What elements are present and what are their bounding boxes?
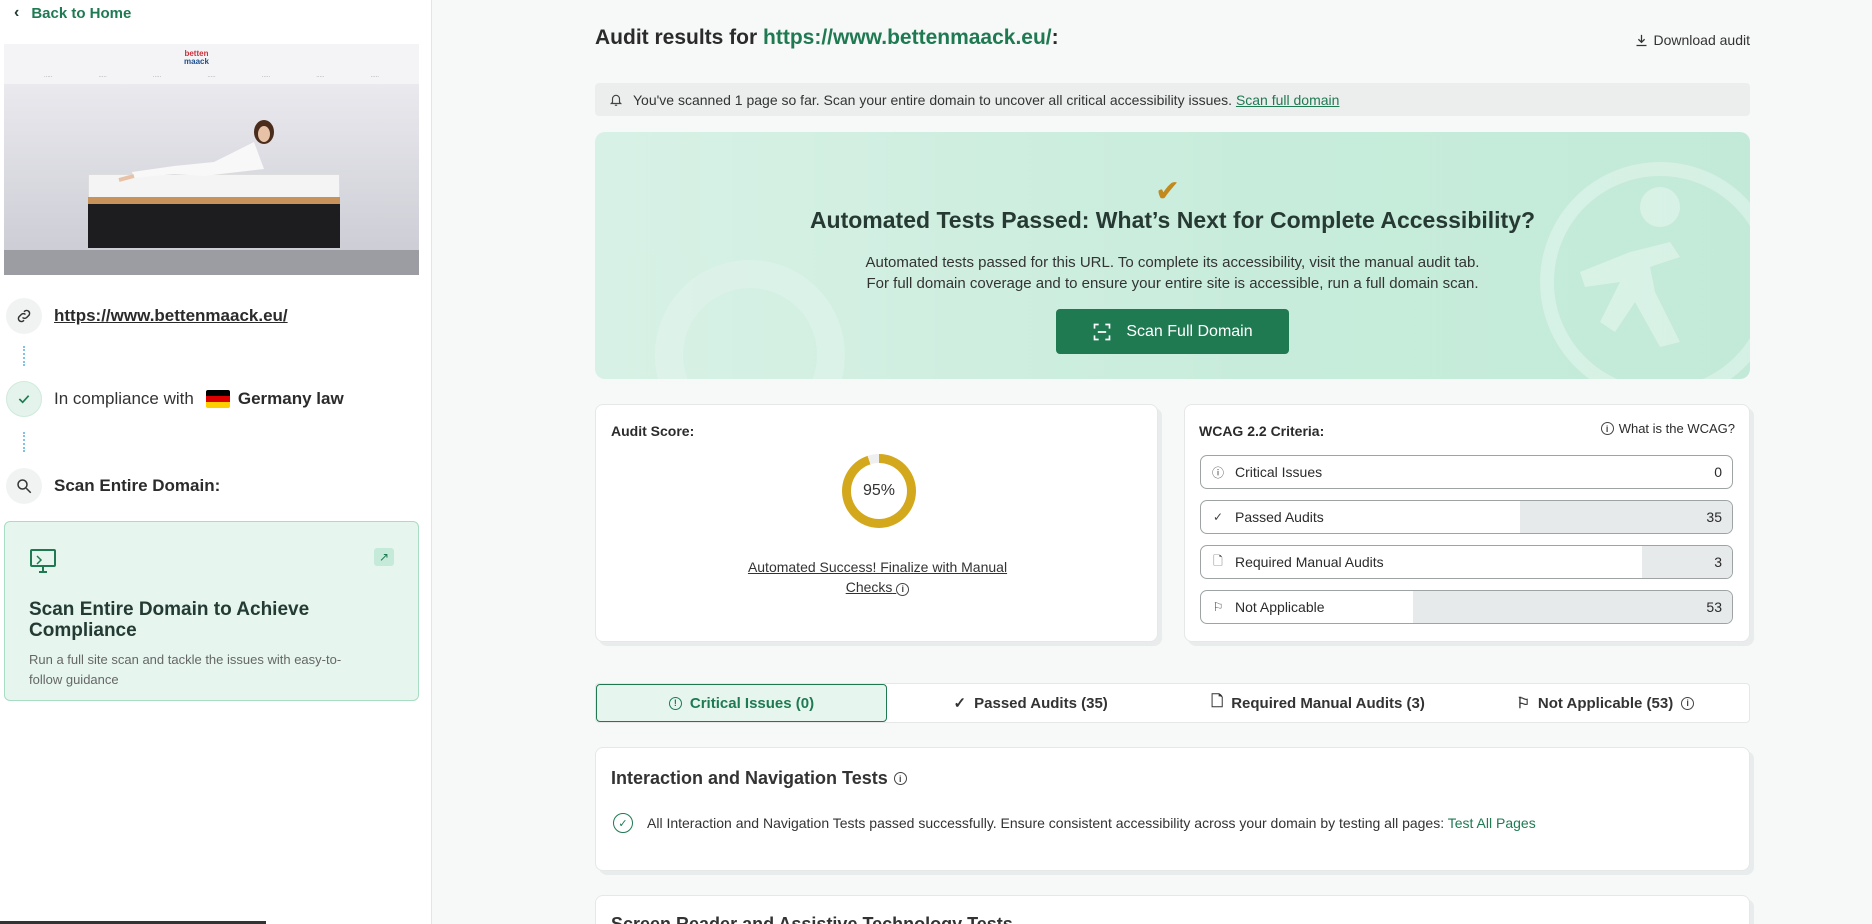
document-icon: 🗋 [1213, 553, 1223, 568]
check-circle-icon: ✓ [613, 813, 633, 833]
tab-required-manual-audits[interactable]: 🗋 Required Manual Audits (3) [1174, 684, 1461, 722]
section-message: ✓ All Interaction and Navigation Tests p… [613, 813, 1536, 833]
download-audit-button[interactable]: Download audit [1634, 32, 1750, 48]
success-hero: ✔ Automated Tests Passed: What’s Next fo… [595, 132, 1750, 379]
info-icon[interactable]: i [896, 582, 910, 596]
manual-checks-link[interactable]: Automated Success! Finalize with Manual … [726, 557, 1029, 597]
section-title: Screen Reader and Assistive Technology T… [611, 914, 1013, 924]
sidebar: ‹ Back to Home betten maack ····· ····· ···… [0, 0, 432, 924]
criteria-count: 35 [1706, 509, 1722, 525]
criteria-count: 53 [1706, 599, 1722, 615]
title-suffix: : [1051, 26, 1059, 49]
link-icon [6, 298, 42, 334]
search-icon [6, 468, 42, 504]
interaction-tests-section: Interaction and Navigation Tests i ✓ All… [595, 747, 1750, 871]
tab-label: Required Manual Audits (3) [1231, 694, 1425, 712]
compliance-prefix: In compliance with [54, 389, 194, 408]
scan-full-domain-button[interactable]: Scan Full Domain [1056, 309, 1289, 354]
scan-card-description: Run a full site scan and tackle the issu… [29, 652, 342, 687]
audited-url[interactable]: https://www.bettenmaack.eu/ [763, 26, 1052, 49]
hero-line-2: For full domain coverage and to ensure y… [866, 275, 1479, 292]
criteria-label: Not Applicable [1235, 599, 1325, 615]
check-icon: ✓ [953, 695, 967, 712]
score-value: 95% [851, 463, 907, 519]
check-icon: ✓ [1212, 510, 1224, 524]
scan-card-title: Scan Entire Domain to Achieve Compliance [29, 599, 310, 641]
alert-circle-icon: ! [668, 696, 682, 710]
tab-passed-audits[interactable]: ✓ Passed Audits (35) [887, 684, 1174, 722]
criteria-label: Critical Issues [1235, 464, 1323, 480]
check-icon [6, 381, 42, 417]
criteria-row-manual[interactable]: 🗋 Required Manual Audits 3 [1200, 545, 1733, 579]
back-to-home-link[interactable]: ‹ Back to Home [14, 4, 131, 22]
site-screenshot: betten maack ····· ····· ····· ····· ····· ···… [4, 44, 419, 275]
interaction-title: Interaction and Navigation Tests [611, 768, 888, 788]
bell-icon [609, 94, 623, 106]
criteria-row-passed[interactable]: ✓ Passed Audits 35 [1200, 500, 1733, 534]
arrow-up-right-icon[interactable]: ↗ [374, 548, 394, 566]
audit-score-card: Audit Score: 95% Automated Success! Fina… [595, 404, 1158, 642]
wcag-label: WCAG 2.2 Criteria: [1199, 423, 1325, 439]
download-label: Download audit [1653, 32, 1750, 48]
info-icon: i [1600, 422, 1614, 435]
criteria-count: 0 [1714, 464, 1722, 480]
hero-line-1: Automated tests passed for this URL. To … [865, 254, 1480, 271]
scan-icon [1094, 323, 1111, 340]
tab-label: Critical Issues (0) [689, 694, 815, 712]
germany-flag-icon [205, 390, 230, 408]
checkmark-icon: ✔ [1155, 175, 1181, 208]
criteria-row-critical[interactable]: ⓘ Critical Issues 0 [1200, 455, 1733, 489]
tab-critical-issues[interactable]: ! Critical Issues (0) [596, 684, 887, 722]
scan-notice-banner: You've scanned 1 page so far. Scan your … [595, 83, 1750, 116]
tab-label: Passed Audits (35) [974, 694, 1108, 712]
site-url-link[interactable]: https://www.bettenmaack.eu/ [54, 306, 288, 326]
criteria-label: Passed Audits [1235, 509, 1324, 525]
back-label: Back to Home [31, 4, 132, 22]
results-tabs: ! Critical Issues (0) ✓ Passed Audits (3… [595, 683, 1750, 723]
interaction-text: All Interaction and Navigation Tests pas… [647, 815, 1445, 831]
hero-title: Automated Tests Passed: What’s Next for … [809, 207, 1536, 233]
score-gauge: 95% [842, 454, 916, 528]
site-logo: betten maack [184, 49, 209, 66]
screen-reader-tests-section: Screen Reader and Assistive Technology T… [595, 895, 1750, 924]
scan-domain-card[interactable]: ↗ Scan Entire Domain to Achieve Complian… [4, 521, 419, 701]
info-icon[interactable]: i [893, 772, 907, 785]
scan-domain-heading: Scan Entire Domain: [54, 476, 221, 495]
flag-icon: ⚐ [1516, 695, 1530, 712]
document-icon: 🗋 [1211, 692, 1224, 710]
test-all-pages-link[interactable]: Test All Pages [1448, 815, 1536, 831]
monitor-scan-icon [30, 549, 56, 573]
download-icon [1636, 34, 1647, 46]
wcag-criteria-card: WCAG 2.2 Criteria: i What is the WCAG? ⓘ… [1184, 404, 1750, 642]
tab-label: Not Applicable (53) [1537, 694, 1674, 712]
criteria-count: 3 [1714, 554, 1722, 570]
info-icon[interactable]: i [1681, 696, 1695, 710]
criteria-row-not-applicable[interactable]: ⚐ Not Applicable 53 [1200, 590, 1733, 624]
flag-icon: ⚐ [1212, 600, 1224, 614]
what-is-wcag-link[interactable]: i What is the WCAG? [1600, 421, 1735, 436]
scan-button-label: Scan Full Domain [1126, 322, 1253, 340]
criteria-label: Required Manual Audits [1235, 554, 1384, 570]
alert-circle-icon: ⓘ [1211, 465, 1224, 480]
tab-not-applicable[interactable]: ⚐ Not Applicable (53) i [1462, 684, 1749, 722]
compliance-law: Germany law [237, 389, 344, 408]
audit-score-label: Audit Score: [611, 423, 695, 439]
scan-full-domain-link[interactable]: Scan full domain [1236, 92, 1340, 108]
section-title: Interaction and Navigation Tests i [611, 768, 907, 789]
chevron-left-icon: ‹ [14, 4, 20, 21]
page-title: Audit results for https://www.bettenmaac… [595, 26, 1059, 50]
score-message: Automated Success! Finalize with Manual … [747, 559, 1008, 595]
notice-text: You've scanned 1 page so far. Scan your … [633, 91, 1233, 108]
title-prefix: Audit results for [595, 26, 758, 49]
wcag-help-label: What is the WCAG? [1618, 421, 1735, 436]
